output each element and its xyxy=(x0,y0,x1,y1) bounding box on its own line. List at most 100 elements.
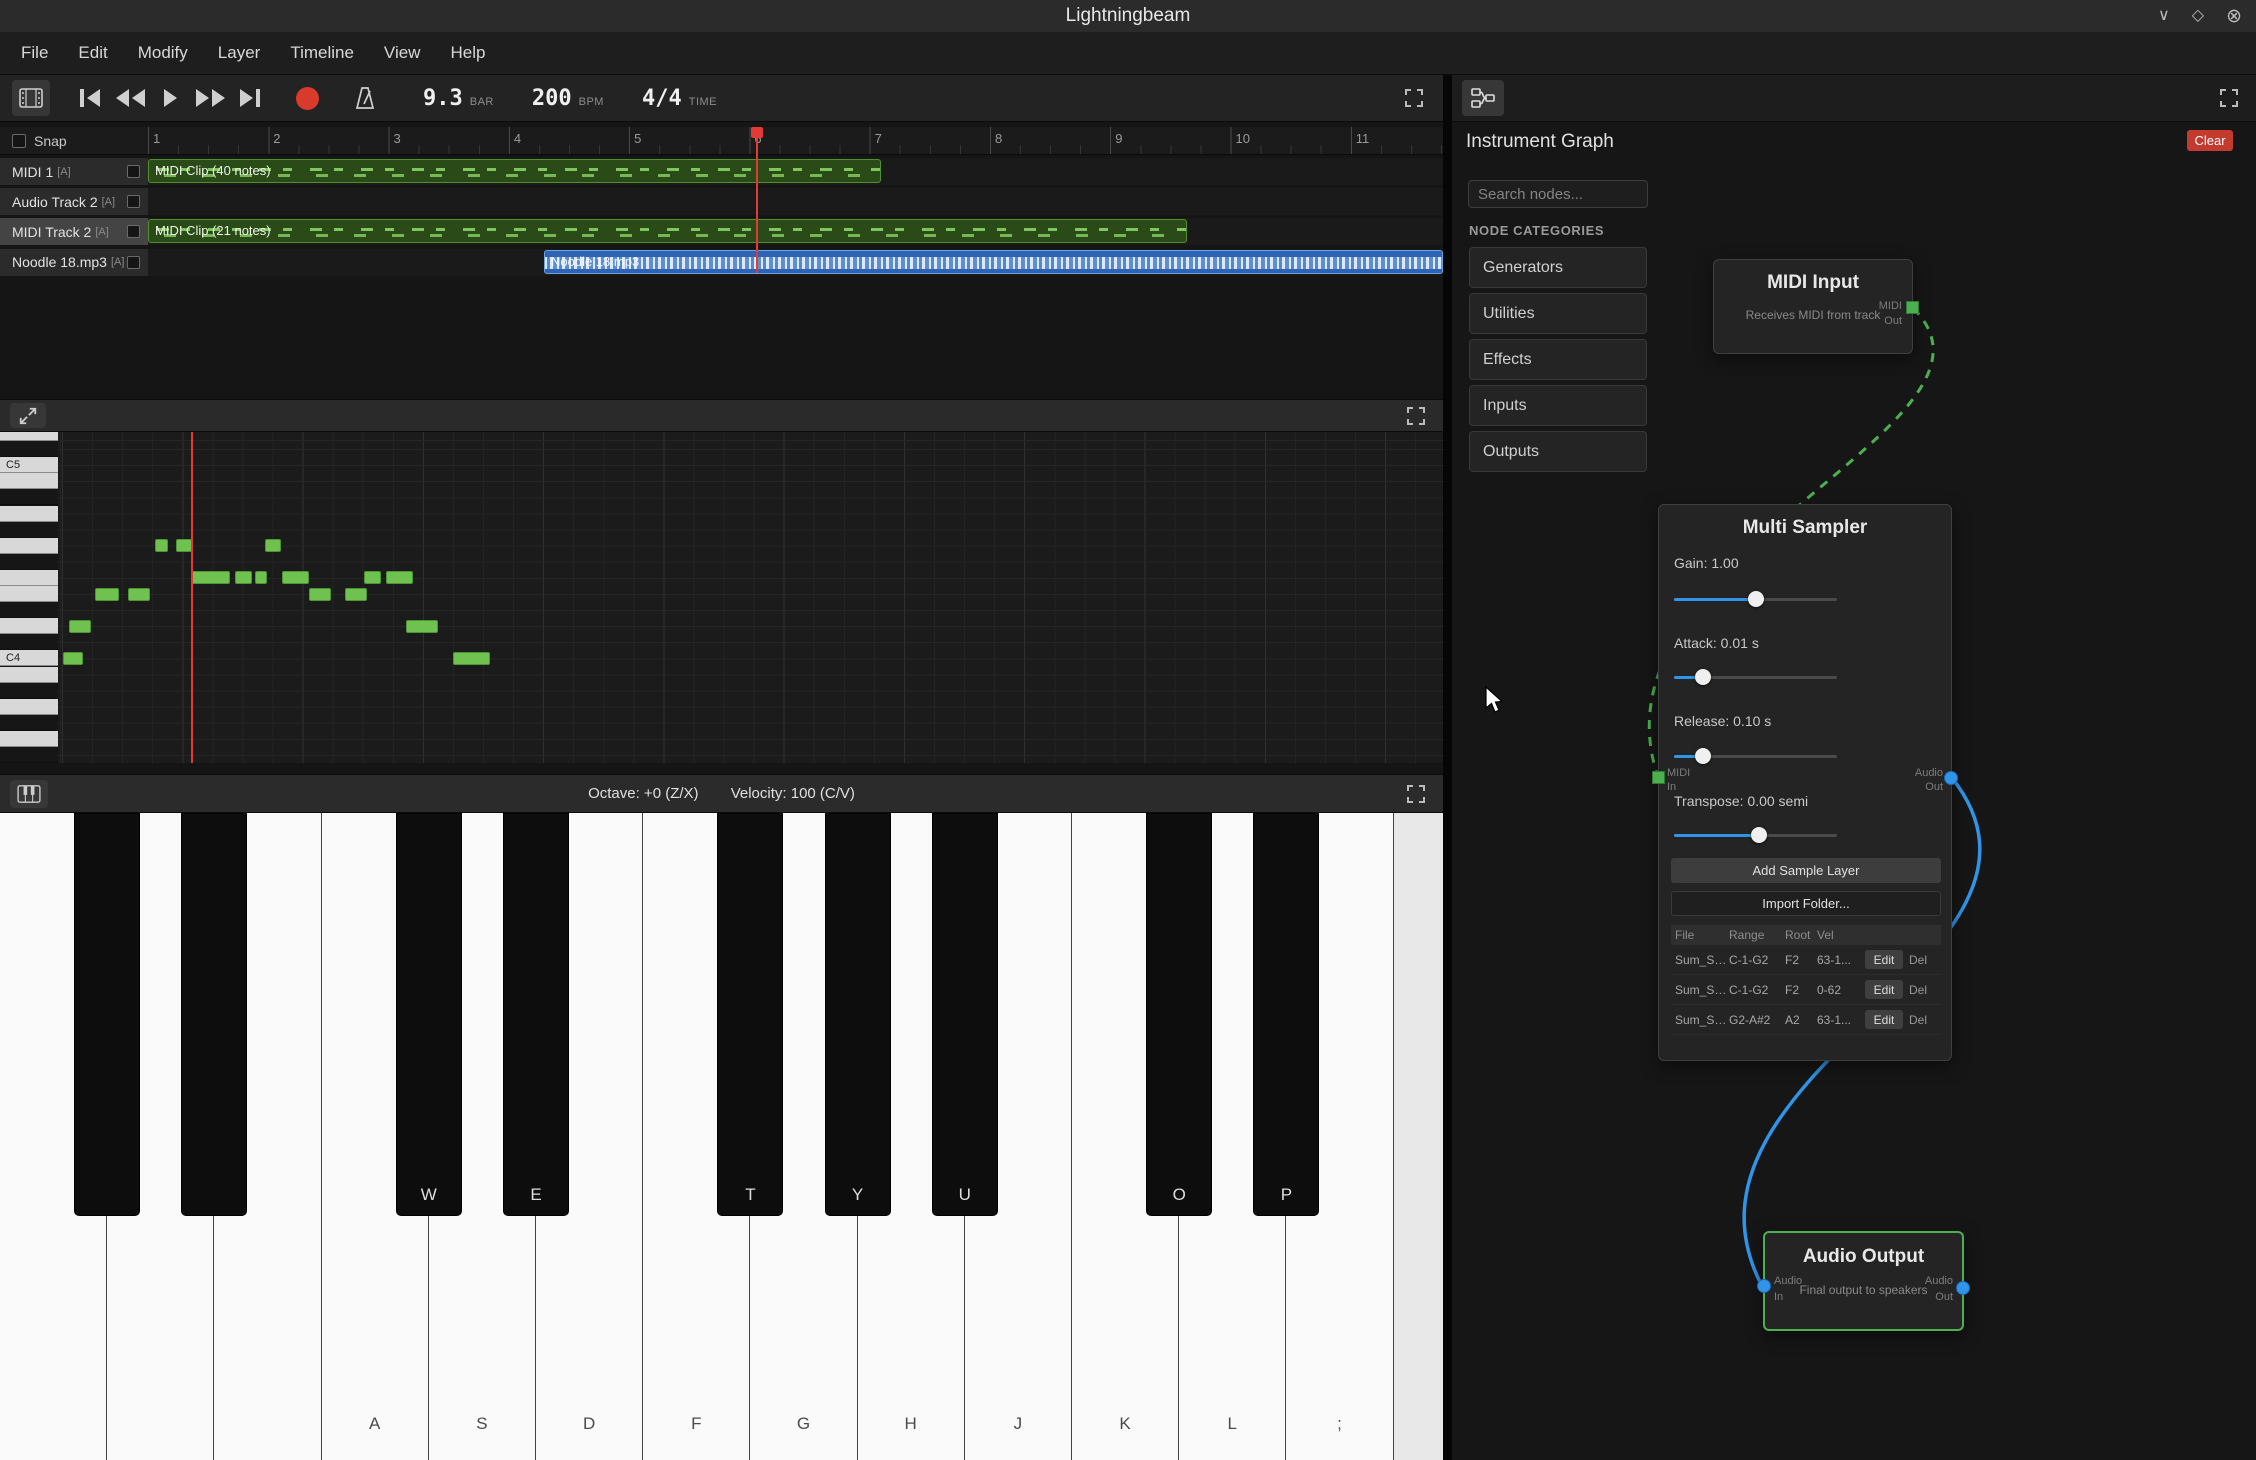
sample-del-button[interactable]: Del xyxy=(1903,1013,1933,1027)
category-effects[interactable]: Effects xyxy=(1469,339,1647,380)
metronome-button[interactable] xyxy=(345,81,385,115)
rewind-button[interactable] xyxy=(110,81,150,115)
black-key[interactable]: P xyxy=(1253,813,1319,1216)
midi-note[interactable] xyxy=(453,652,490,665)
skip-end-button[interactable] xyxy=(230,81,270,115)
search-nodes-input[interactable] xyxy=(1468,180,1648,208)
black-key[interactable] xyxy=(181,813,247,1216)
white-key[interactable] xyxy=(1394,813,1443,1460)
import-folder-button[interactable]: Import Folder... xyxy=(1671,891,1941,916)
keystrip-row[interactable] xyxy=(0,538,58,554)
midi-note[interactable] xyxy=(386,571,413,584)
param-slider[interactable] xyxy=(1674,591,1837,607)
slider-knob[interactable] xyxy=(1751,827,1767,843)
sample-edit-button[interactable]: Edit xyxy=(1865,950,1903,969)
keystrip-row[interactable] xyxy=(0,618,58,634)
midi-note[interactable] xyxy=(364,571,381,584)
sample-del-button[interactable]: Del xyxy=(1903,983,1933,997)
midi-note[interactable] xyxy=(69,620,91,633)
timeline-expand-button[interactable] xyxy=(1397,81,1431,115)
keystrip-row[interactable] xyxy=(0,747,58,763)
audio-in-port[interactable] xyxy=(1757,1279,1771,1293)
keystrip-row[interactable] xyxy=(0,699,58,715)
midi-out-port[interactable] xyxy=(1906,301,1919,314)
skip-start-button[interactable] xyxy=(70,81,110,115)
graph-view-button[interactable] xyxy=(1462,80,1504,116)
keystrip-row[interactable] xyxy=(0,432,58,441)
track-lane[interactable] xyxy=(148,188,1443,215)
menu-item-timeline[interactable]: Timeline xyxy=(275,32,369,74)
track-checkbox[interactable] xyxy=(127,225,140,238)
sample-edit-button[interactable]: Edit xyxy=(1865,980,1903,999)
audio-out-port[interactable] xyxy=(1944,771,1958,785)
keystrip-row[interactable] xyxy=(0,667,58,683)
time-sig-value[interactable]: 4/4 xyxy=(642,86,682,111)
midi-clip[interactable]: MIDI Clip (40 notes) xyxy=(148,159,881,183)
keystrip-row[interactable] xyxy=(0,506,58,522)
piano-roll[interactable]: C5 C4 xyxy=(0,432,1443,763)
fast-forward-button[interactable] xyxy=(190,81,230,115)
node-multi-sampler[interactable]: Multi Sampler MIDI In Audio Out Add Samp… xyxy=(1658,504,1952,1061)
keystrip-row[interactable] xyxy=(0,554,58,570)
sample-edit-button[interactable]: Edit xyxy=(1865,1010,1903,1029)
keystrip-row[interactable]: C4 xyxy=(0,650,58,666)
timeline-playhead[interactable] xyxy=(756,127,758,273)
keystrip-row[interactable] xyxy=(0,570,58,586)
midi-in-port[interactable] xyxy=(1652,771,1665,784)
audio-out-port[interactable] xyxy=(1956,1281,1970,1295)
category-utilities[interactable]: Utilities xyxy=(1469,293,1647,334)
keystrip-row[interactable] xyxy=(0,473,58,489)
record-button[interactable] xyxy=(296,87,319,110)
slider-knob[interactable] xyxy=(1748,591,1764,607)
sample-del-button[interactable]: Del xyxy=(1903,953,1933,967)
param-slider[interactable] xyxy=(1674,669,1837,685)
menu-item-view[interactable]: View xyxy=(369,32,436,74)
track-lane[interactable]: Noodle 18.mp3 xyxy=(148,249,1443,276)
minimize-icon[interactable]: ∨ xyxy=(2158,8,2170,24)
keystrip-row[interactable] xyxy=(0,489,58,505)
track-lane[interactable]: MIDI Clip (40 notes) xyxy=(148,158,1443,185)
midi-note[interactable] xyxy=(155,539,168,552)
piano-roll-expand-view-button[interactable] xyxy=(10,403,46,428)
track-header[interactable]: MIDI Track 2[A] xyxy=(0,218,148,245)
keystrip-row[interactable] xyxy=(0,731,58,747)
midi-note[interactable] xyxy=(265,539,281,552)
piano-roll-grid[interactable] xyxy=(58,432,1443,763)
node-midi-input[interactable]: MIDI Input Receives MIDI from track MIDI… xyxy=(1713,259,1913,354)
midi-note[interactable] xyxy=(345,588,367,601)
midi-note[interactable] xyxy=(63,652,83,665)
midi-clip[interactable]: MIDI Clip (21 notes) xyxy=(148,219,1187,243)
track-header[interactable]: MIDI 1[A] xyxy=(0,158,148,185)
bpm-value[interactable]: 200 xyxy=(532,86,572,111)
graph-fullscreen-button[interactable] xyxy=(2212,81,2246,115)
keystrip-row[interactable]: C5 xyxy=(0,457,58,473)
track-lane[interactable]: MIDI Clip (21 notes) xyxy=(148,218,1443,245)
midi-note[interactable] xyxy=(282,571,309,584)
track-checkbox[interactable] xyxy=(127,165,140,178)
category-outputs[interactable]: Outputs xyxy=(1469,431,1647,472)
slider-knob[interactable] xyxy=(1695,748,1711,764)
category-inputs[interactable]: Inputs xyxy=(1469,385,1647,426)
maximize-icon[interactable]: ◇ xyxy=(2192,8,2204,24)
timeline-ruler[interactable]: 1234567891011 xyxy=(148,127,1443,155)
menu-item-layer[interactable]: Layer xyxy=(203,32,276,74)
black-key[interactable]: U xyxy=(932,813,998,1216)
menu-item-file[interactable]: File xyxy=(6,32,63,74)
category-generators[interactable]: Generators xyxy=(1469,247,1647,288)
keystrip-row[interactable] xyxy=(0,715,58,731)
keystrip-row[interactable] xyxy=(0,441,58,457)
track-header[interactable]: Audio Track 2[A] xyxy=(0,188,148,215)
midi-note[interactable] xyxy=(128,588,150,601)
black-key[interactable] xyxy=(74,813,140,1216)
node-audio-output[interactable]: Audio Output Final output to speakers Au… xyxy=(1763,1231,1964,1331)
clear-graph-button[interactable]: Clear xyxy=(2187,130,2233,151)
black-key[interactable]: Y xyxy=(825,813,891,1216)
play-button[interactable] xyxy=(150,81,190,115)
snap-checkbox[interactable] xyxy=(12,134,26,148)
midi-note[interactable] xyxy=(309,588,331,601)
param-slider[interactable] xyxy=(1674,748,1837,764)
slider-knob[interactable] xyxy=(1695,669,1711,685)
film-strip-button[interactable] xyxy=(12,80,50,116)
midi-note[interactable] xyxy=(176,539,192,552)
black-key[interactable]: E xyxy=(503,813,569,1216)
